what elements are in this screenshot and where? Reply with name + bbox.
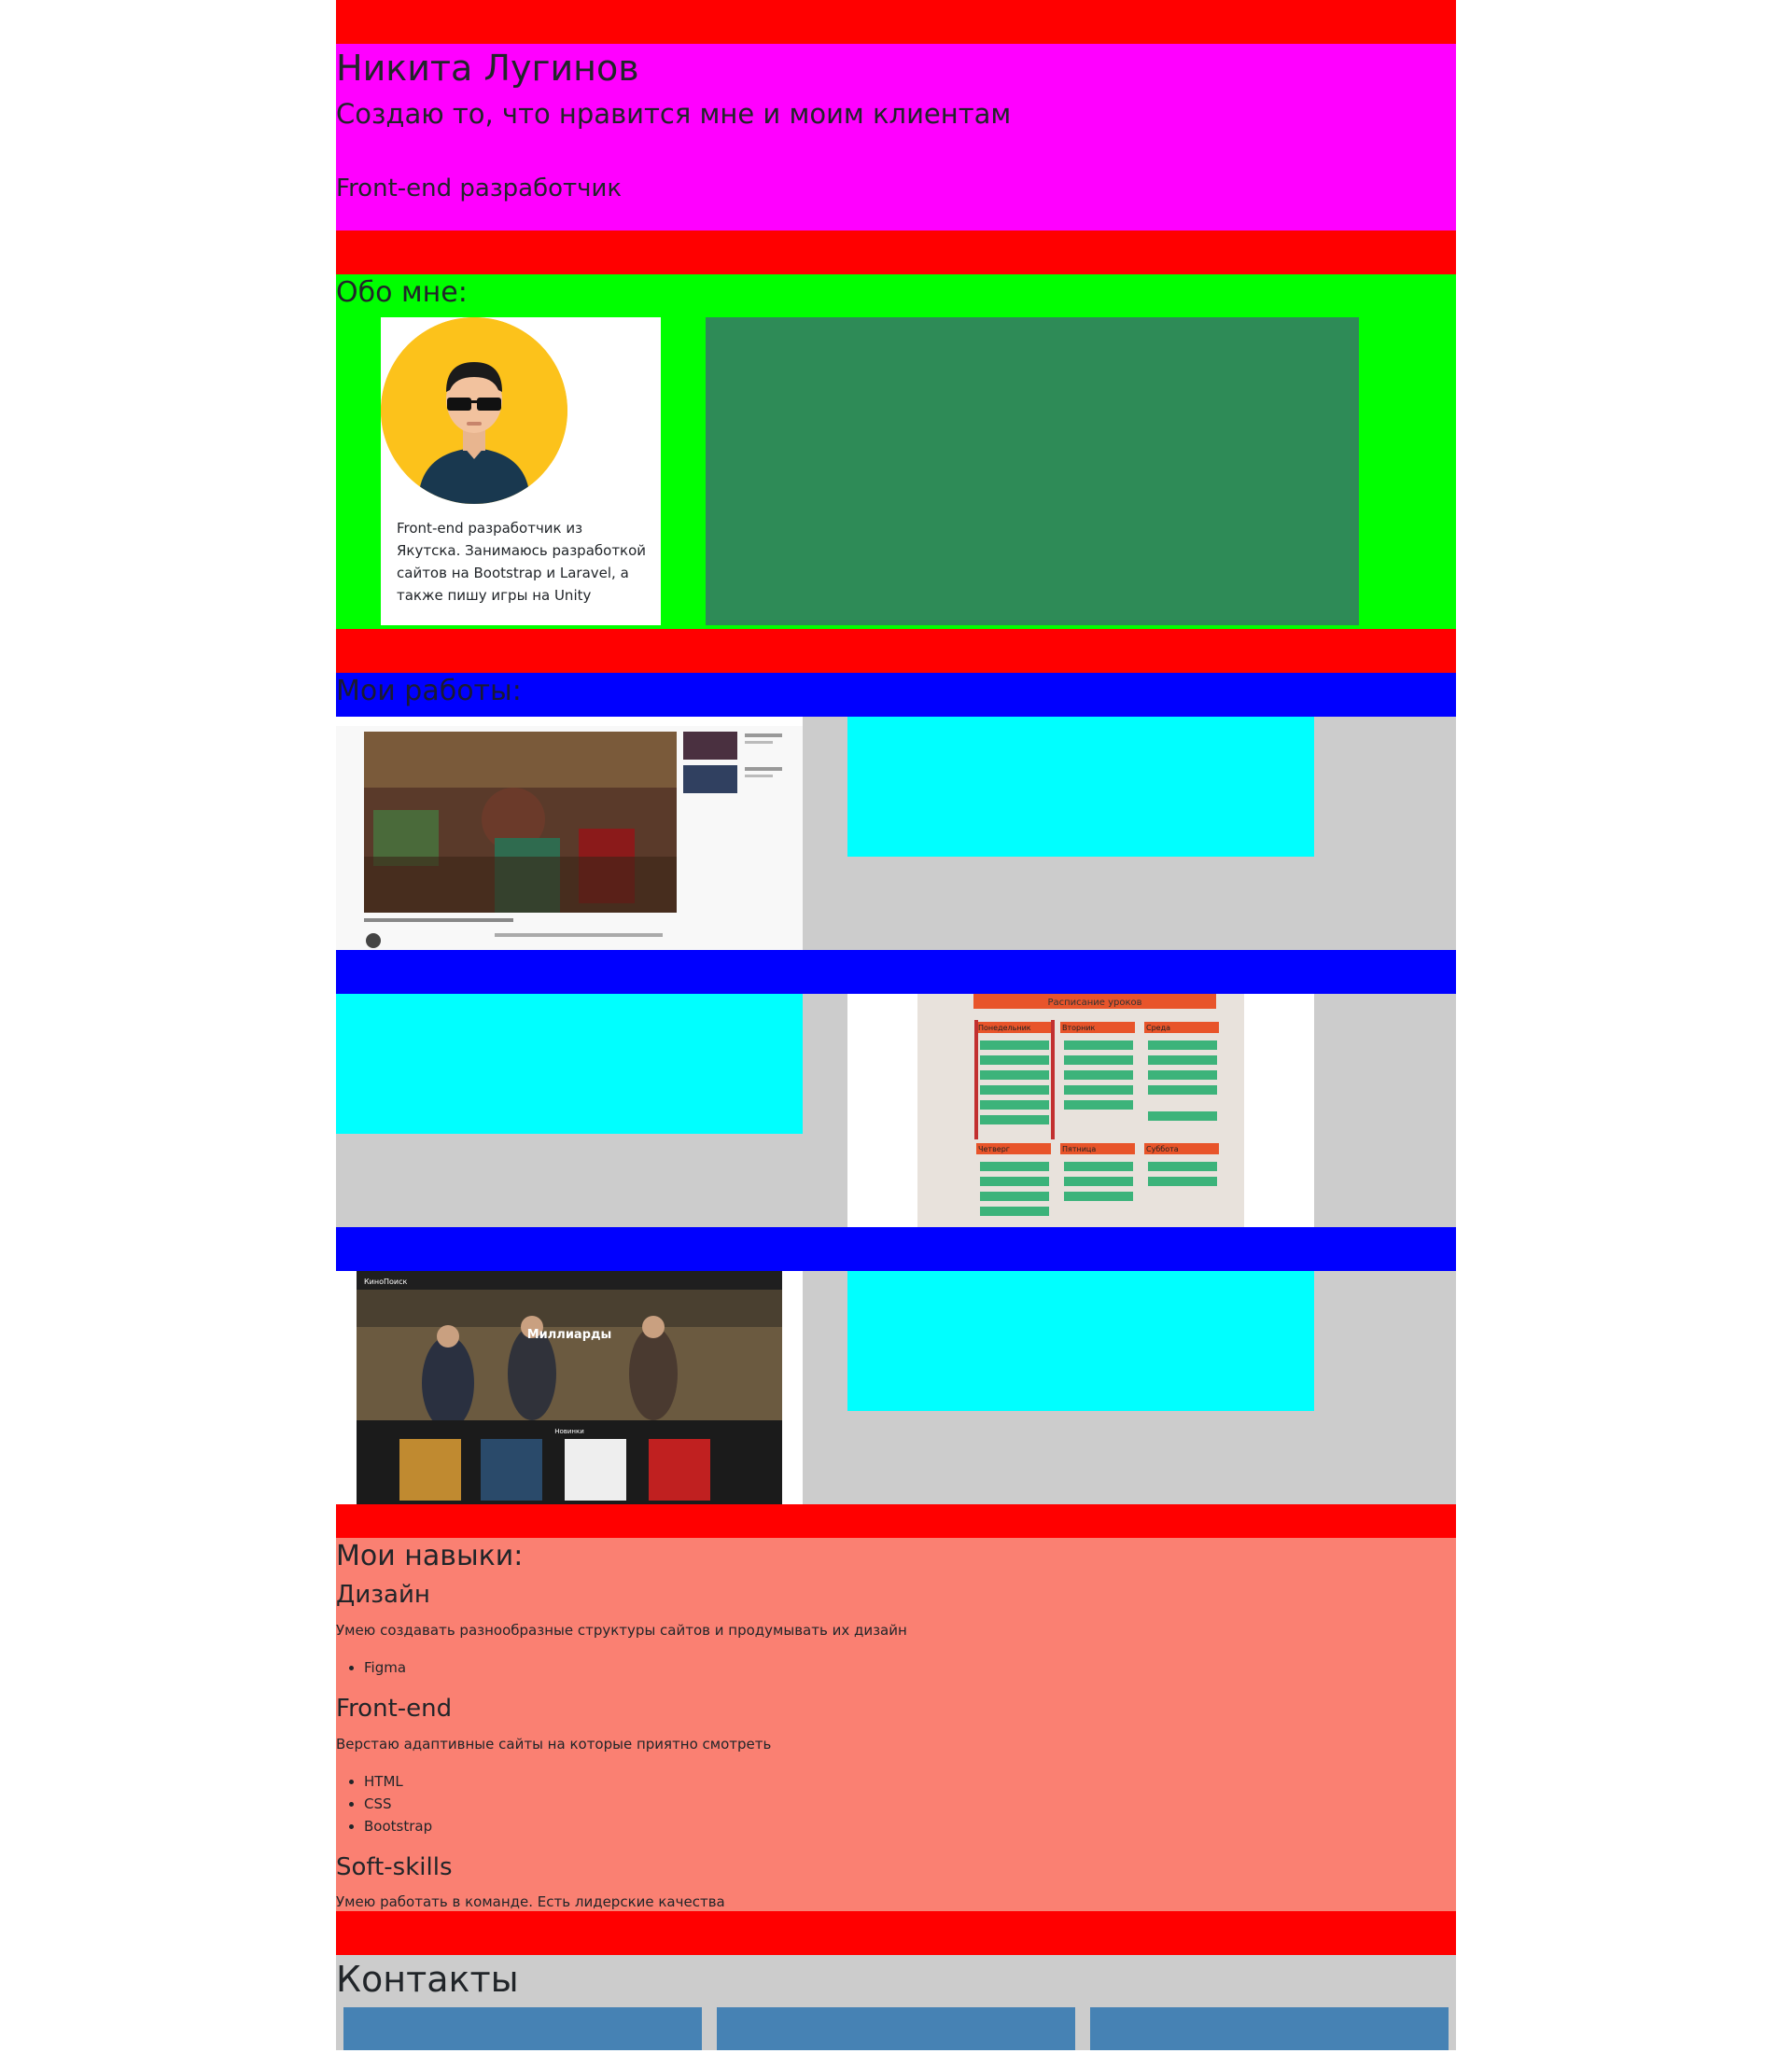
contact-card[interactable] [1090,2007,1449,2050]
youtube-screenshot-icon [336,717,803,950]
work-separator [336,950,1456,994]
work-separator [336,1227,1456,1271]
kinopoisk-screenshot-icon: КиноПоиск Миллиарды Новинки [357,1271,782,1504]
about-description: Front-end разработчик из Якутска. Занима… [397,520,647,604]
hero-tagline: Создаю то, что нравится мне и моим клиен… [336,98,1012,130]
schedule-screenshot-icon: Расписание уроков Понедельник Вторник Ср… [917,994,1244,1227]
skill-group-title: Front-end [336,1695,453,1723]
work-placeholder [847,1271,1314,1411]
contacts-section: Контакты [336,1955,1456,2050]
work-placeholder [847,717,1314,857]
schedule-day: Четверг [978,1145,1010,1153]
avatar [381,317,567,504]
skill-group-description: Верстаю адаптивные сайты на которые прия… [336,1736,772,1753]
hero-role: Front-end разработчик [336,175,623,203]
contacts-title: Контакты [336,1959,519,2000]
schedule-day: Суббота [1146,1145,1179,1153]
contact-card[interactable] [717,2007,1075,2050]
about-title: Обо мне: [336,276,468,309]
contact-card[interactable] [343,2007,702,2050]
schedule-day: Понедельник [978,1024,1031,1032]
work-row [336,717,1456,950]
skill-group-description: Умею создавать разнообразные структуры с… [336,1622,907,1639]
skill-group-description: Умею работать в команде. Есть лидерские … [336,1893,725,1910]
spacer [336,1911,1456,1955]
skill-list: HTML CSS Bootstrap [364,1770,432,1837]
work-placeholder [336,994,803,1134]
spacer [336,230,1456,274]
page: Никита Лугинов Создаю то, что нравится м… [336,0,1456,2050]
skills-section: Мои навыки: Дизайн Умею создавать разноо… [336,1538,1456,1911]
hero-section: Никита Лугинов Создаю то, что нравится м… [336,44,1456,230]
spacer [336,0,1456,44]
about-section: Обо мне: Front-end разработчик из Якутск… [336,274,1456,629]
about-box [706,317,1359,625]
kinopoisk-movie-title: Миллиарды [527,1328,612,1342]
skill-group-title: Soft-skills [336,1853,453,1881]
kinopoisk-brand: КиноПоиск [364,1278,408,1286]
about-card: Front-end разработчик из Якутска. Занима… [381,317,661,625]
skill-item: Bootstrap [364,1815,432,1837]
hero-name: Никита Лугинов [336,48,639,89]
spacer [336,629,1456,673]
work-image-youtube[interactable] [336,717,803,950]
schedule-caption: Расписание уроков [1047,998,1141,1008]
schedule-day: Среда [1146,1024,1170,1032]
skills-title: Мои навыки: [336,1540,524,1572]
skill-item: CSS [364,1793,432,1815]
works-title-bar: Мои работы: [336,673,1456,717]
avatar-icon [381,317,567,504]
skill-item: HTML [364,1770,432,1793]
schedule-day: Пятница [1062,1145,1096,1153]
kinopoisk-section: Новинки [554,1428,584,1435]
skill-group-title: Дизайн [336,1581,430,1609]
spacer [336,1504,1456,1538]
work-image-kinopoisk[interactable]: КиноПоиск Миллиарды Новинки [336,1271,803,1504]
schedule-day: Вторник [1062,1024,1096,1032]
works-title: Мои работы: [336,675,522,707]
work-row: Расписание уроков Понедельник Вторник Ср… [336,994,1456,1227]
skill-list: Figma [364,1656,406,1679]
skill-item: Figma [364,1656,406,1679]
work-row: КиноПоиск Миллиарды Новинки [336,1271,1456,1504]
work-image-schedule[interactable]: Расписание уроков Понедельник Вторник Ср… [847,994,1314,1227]
